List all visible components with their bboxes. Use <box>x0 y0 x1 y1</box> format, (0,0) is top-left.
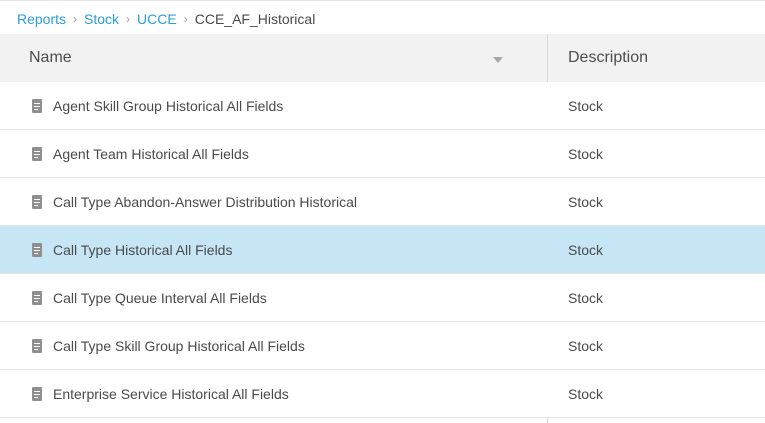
name-cell: Agent Team Historical All Fields <box>0 130 547 177</box>
report-name[interactable]: Call Type Historical All Fields <box>53 242 232 258</box>
description-cell: Stock <box>548 370 765 417</box>
table-row[interactable]: Call Type Historical All Fields Stock <box>0 226 765 274</box>
column-header-description[interactable]: Description <box>548 34 765 82</box>
breadcrumb-reports[interactable]: Reports <box>17 11 66 27</box>
breadcrumb-ucce[interactable]: UCCE <box>137 11 177 27</box>
name-cell: Agent Skill Group Historical All Fields <box>0 82 547 129</box>
description-cell: Stock <box>548 226 765 273</box>
breadcrumb-current: CCE_AF_Historical <box>194 11 316 27</box>
name-cell: Call Type Historical All Fields <box>0 226 547 273</box>
table-row[interactable]: Agent Skill Group Historical All Fields … <box>0 82 765 130</box>
report-document-icon <box>32 338 42 353</box>
name-cell: Call Type Abandon-Answer Distribution Hi… <box>0 178 547 225</box>
description-cell: Stock <box>548 178 765 225</box>
name-cell: Enterprise Service Historical All Fields <box>0 370 547 417</box>
top-divider <box>0 0 765 1</box>
table-header: Name Description <box>0 34 765 82</box>
description-cell: Stock <box>548 82 765 129</box>
report-document-icon <box>32 242 42 257</box>
report-document-icon <box>32 98 42 113</box>
sort-down-icon[interactable] <box>493 57 503 63</box>
description-cell: Stock <box>548 322 765 369</box>
table-row[interactable]: Call Type Abandon-Answer Distribution Hi… <box>0 178 765 226</box>
report-name[interactable]: Call Type Queue Interval All Fields <box>53 290 267 306</box>
report-description: Stock <box>568 385 604 402</box>
column-header-name-label: Name <box>29 49 72 66</box>
name-cell: Call Type Queue Interval All Fields <box>0 274 547 321</box>
table-row[interactable]: Call Type Queue Interval All Fields Stoc… <box>0 274 765 322</box>
name-cell: Call Type Skill Group Historical All Fie… <box>0 322 547 369</box>
report-name[interactable]: Enterprise Service Historical All Fields <box>53 386 289 402</box>
breadcrumb: Reports › Stock › UCCE › CCE_AF_Historic… <box>17 9 315 29</box>
report-description: Stock <box>568 337 604 354</box>
report-document-icon <box>32 290 42 305</box>
description-cell: Stock <box>548 274 765 321</box>
report-document-icon <box>32 386 42 401</box>
report-name[interactable]: Agent Skill Group Historical All Fields <box>53 98 283 114</box>
table-row[interactable]: Call Type Skill Group Historical All Fie… <box>0 322 765 370</box>
breadcrumb-separator-icon: › <box>183 12 188 26</box>
report-description: Stock <box>568 193 604 210</box>
report-name[interactable]: Call Type Skill Group Historical All Fie… <box>53 338 305 354</box>
description-cell: Stock <box>548 130 765 177</box>
column-header-name[interactable]: Name <box>0 34 547 82</box>
report-name[interactable]: Call Type Abandon-Answer Distribution Hi… <box>53 194 357 210</box>
report-document-icon <box>32 194 42 209</box>
table-row[interactable]: Enterprise Service Historical All Fields… <box>0 370 765 418</box>
report-description: Stock <box>568 241 604 258</box>
table-row[interactable]: Agent Team Historical All Fields Stock <box>0 130 765 178</box>
breadcrumb-stock[interactable]: Stock <box>84 11 119 27</box>
column-header-description-label: Description <box>568 49 649 66</box>
breadcrumb-separator-icon: › <box>126 12 131 26</box>
report-description: Stock <box>568 289 604 306</box>
report-name[interactable]: Agent Team Historical All Fields <box>53 146 249 162</box>
breadcrumb-separator-icon: › <box>73 12 78 26</box>
report-description: Stock <box>568 145 604 162</box>
report-document-icon <box>32 146 42 161</box>
report-description: Stock <box>568 97 604 114</box>
reports-table: Name Description Agent Skill Group Histo… <box>0 34 765 423</box>
